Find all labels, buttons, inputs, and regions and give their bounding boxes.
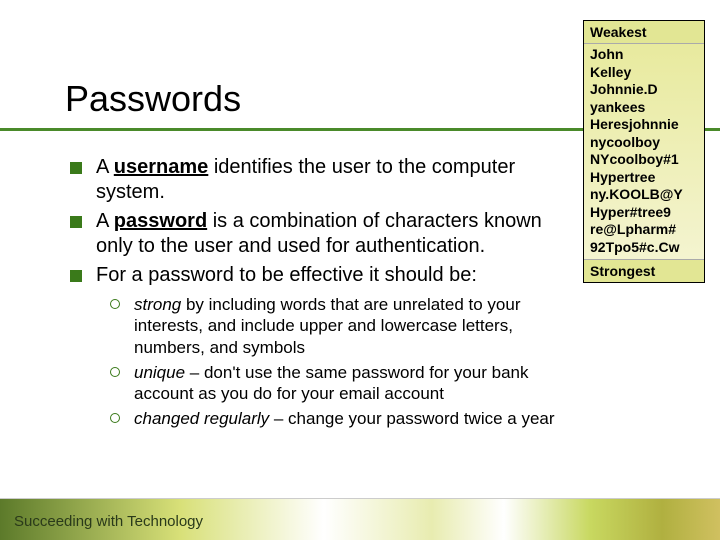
- circle-bullet-icon: [110, 299, 120, 309]
- sidebar-body: John Kelley Johnnie.D yankees Heresjohnn…: [584, 44, 704, 259]
- content-area: A username identifies the user to the co…: [70, 155, 570, 434]
- password-example: Hypertree: [590, 169, 698, 187]
- password-example: nycoolboy: [590, 134, 698, 152]
- sidebar-header: Weakest: [584, 21, 704, 44]
- slide: Passwords A username identifies the user…: [0, 0, 720, 540]
- sub-text: changed regularly – change your password…: [134, 408, 555, 429]
- sub-list: strong by including words that are unrel…: [110, 294, 570, 430]
- sub-item: strong by including words that are unrel…: [110, 294, 570, 358]
- password-strength-sidebar: Weakest John Kelley Johnnie.D yankees He…: [583, 20, 705, 283]
- square-bullet-icon: [70, 216, 82, 228]
- password-example: Kelley: [590, 64, 698, 82]
- password-example: ny.KOOLB@Y: [590, 186, 698, 204]
- sub-item: unique – don't use the same password for…: [110, 362, 570, 405]
- password-example: John: [590, 46, 698, 64]
- password-example: Hyper#tree9: [590, 204, 698, 222]
- bullet-item: A password is a combination of character…: [70, 209, 570, 259]
- footer-text: Succeeding with Technology: [14, 513, 203, 530]
- sub-item: changed regularly – change your password…: [110, 408, 570, 429]
- password-example: Johnnie.D: [590, 81, 698, 99]
- password-example: Heresjohnnie: [590, 116, 698, 134]
- password-example: 92Tpo5#c.Cw: [590, 239, 698, 257]
- square-bullet-icon: [70, 270, 82, 282]
- password-example: yankees: [590, 99, 698, 117]
- password-example: re@Lpharm#: [590, 221, 698, 239]
- circle-bullet-icon: [110, 413, 120, 423]
- circle-bullet-icon: [110, 367, 120, 377]
- bullet-item: For a password to be effective it should…: [70, 263, 570, 288]
- page-title: Passwords: [65, 78, 241, 120]
- bullet-item: A username identifies the user to the co…: [70, 155, 570, 205]
- sidebar-footer: Strongest: [584, 259, 704, 282]
- bullet-text: For a password to be effective it should…: [96, 263, 477, 288]
- sub-text: unique – don't use the same password for…: [134, 362, 570, 405]
- bullet-text: A username identifies the user to the co…: [96, 155, 570, 205]
- password-example: NYcoolboy#1: [590, 151, 698, 169]
- bullet-text: A password is a combination of character…: [96, 209, 570, 259]
- square-bullet-icon: [70, 162, 82, 174]
- sub-text: strong by including words that are unrel…: [134, 294, 570, 358]
